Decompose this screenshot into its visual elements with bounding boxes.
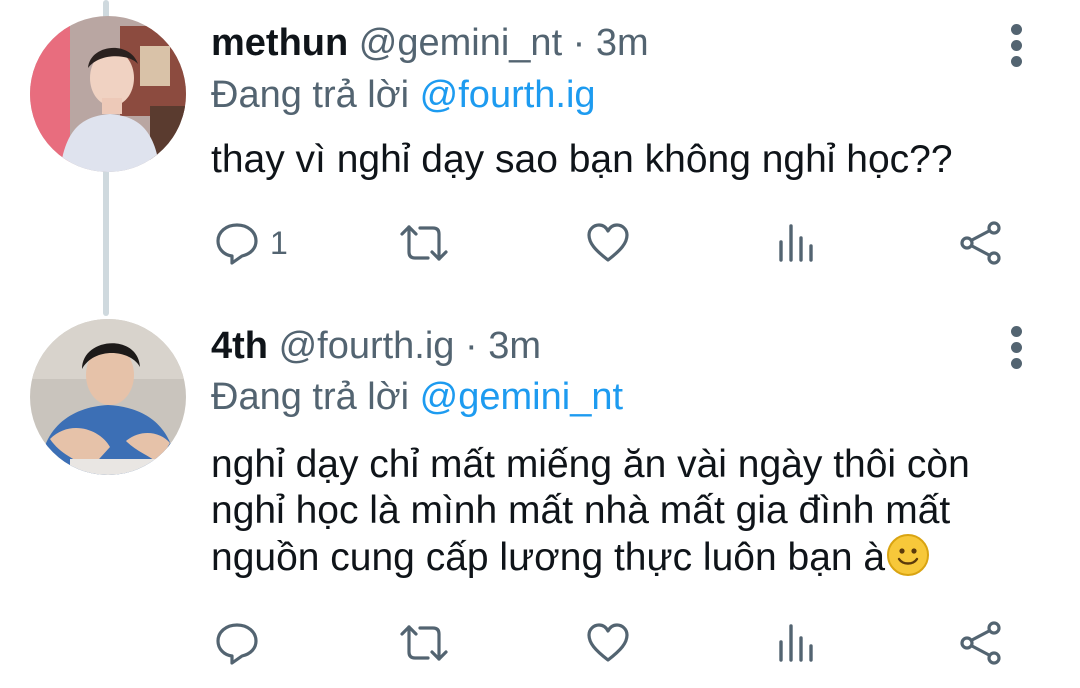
more-options-button[interactable]	[1002, 24, 1032, 68]
more-icon	[1011, 24, 1022, 35]
slightly-smiling-face-emoji	[887, 534, 930, 576]
reply-button[interactable]: 1	[214, 213, 288, 273]
analytics-icon	[779, 624, 813, 662]
retweet-icon	[400, 225, 448, 261]
share-button[interactable]	[958, 213, 1004, 273]
replying-to-label: Đang trả lời	[211, 376, 420, 418]
tweet-text: thay vì nghỉ dạy sao bạn không nghỉ học?…	[211, 138, 953, 181]
replying-to: Đang trả lời @fourth.ig	[211, 72, 596, 118]
like-icon	[587, 223, 629, 262]
reply-icon	[216, 623, 258, 665]
retweet-button[interactable]	[398, 213, 450, 273]
retweet-icon	[400, 625, 448, 661]
tweet-text-line: nghỉ dạy chỉ mất miếng ăn vài ngày thôi …	[211, 443, 970, 486]
like-button[interactable]	[585, 613, 631, 673]
reply-button[interactable]	[214, 613, 270, 673]
tweet[interactable]: methun @gemini_nt · 3m Đang trả lời @fou…	[0, 0, 1080, 316]
share-button[interactable]	[958, 613, 1004, 673]
tweet[interactable]: 4th @fourth.ig · 3m Đang trả lời @gemini…	[0, 316, 1080, 688]
action-bar	[0, 613, 1080, 673]
handle-and-time[interactable]: @fourth.ig · 3m	[279, 325, 541, 367]
share-icon	[960, 621, 1001, 665]
analytics-icon	[779, 224, 813, 262]
analytics-button[interactable]	[776, 613, 816, 673]
author-name[interactable]: 4th	[211, 325, 268, 367]
like-button[interactable]	[585, 213, 631, 273]
analytics-button[interactable]	[776, 213, 816, 273]
replying-to: Đang trả lời @gemini_nt	[211, 374, 623, 420]
tweet-text-line: nghỉ học là mình mất nhà mất gia đình mấ…	[211, 489, 951, 532]
avatar[interactable]	[30, 16, 186, 172]
avatar[interactable]	[30, 319, 186, 475]
tweet-header: 4th @fourth.ig · 3m	[211, 323, 541, 369]
reply-mention-link[interactable]: @fourth.ig	[420, 74, 596, 116]
reply-count: 1	[270, 224, 288, 261]
reply-icon	[216, 223, 258, 265]
more-options-button[interactable]	[1002, 326, 1032, 370]
more-icon	[1011, 326, 1022, 337]
tweet-text-line: nguồn cung cấp lương thực luôn bạn à	[211, 534, 970, 581]
handle-and-time[interactable]: @gemini_nt · 3m	[359, 22, 649, 64]
replying-to-label: Đang trả lời	[211, 74, 420, 116]
like-icon	[587, 623, 629, 662]
tweet-header: methun @gemini_nt · 3m	[211, 20, 649, 66]
tweet-text: nghỉ dạy chỉ mất miếng ăn vài ngày thôi …	[211, 442, 970, 581]
action-bar: 1	[0, 213, 1080, 273]
share-icon	[960, 221, 1001, 265]
author-name[interactable]: methun	[211, 22, 348, 64]
reply-mention-link[interactable]: @gemini_nt	[420, 376, 623, 418]
retweet-button[interactable]	[398, 613, 450, 673]
